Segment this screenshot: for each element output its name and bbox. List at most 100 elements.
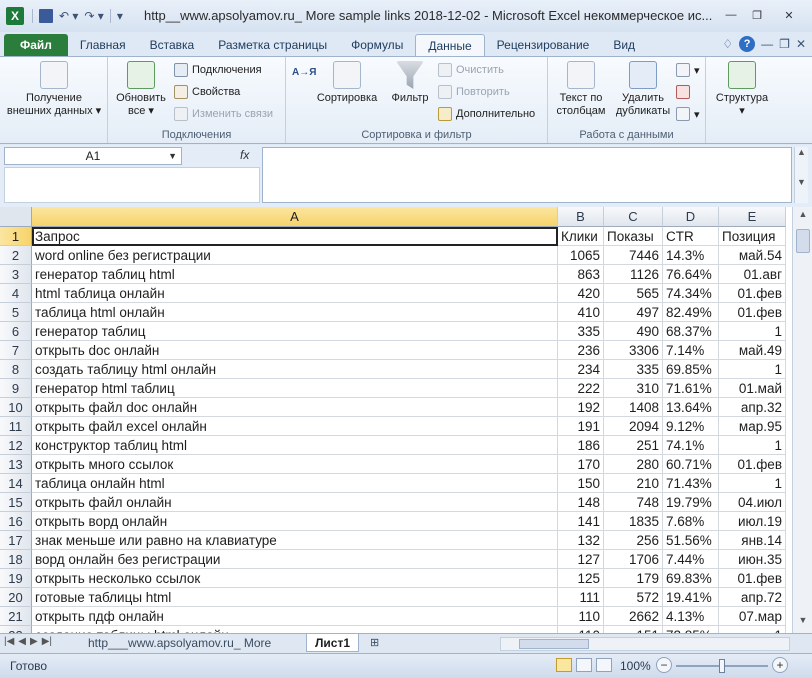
cell-e[interactable]: Позиция <box>719 227 786 246</box>
name-box[interactable]: A1 ▼ <box>4 147 182 165</box>
properties-button[interactable]: Свойства <box>174 85 240 99</box>
scroll-up-icon[interactable]: ▲ <box>793 209 812 225</box>
row-header[interactable]: 7 <box>0 341 32 360</box>
horizontal-scroll-thumb[interactable] <box>519 639 589 649</box>
formula-bar-scroll[interactable]: ▲ ▼ <box>794 147 808 203</box>
cell-d[interactable]: 71.43% <box>663 474 719 493</box>
row-header[interactable]: 9 <box>0 379 32 398</box>
cell-e[interactable]: апр.72 <box>719 588 786 607</box>
scroll-down-icon[interactable]: ▼ <box>793 615 812 631</box>
cell-d[interactable]: 7.14% <box>663 341 719 360</box>
cell-e[interactable]: 1 <box>719 626 786 633</box>
cell-a[interactable]: знак меньше или равно на клавиатуре <box>32 531 558 550</box>
cell-b[interactable]: 141 <box>558 512 604 531</box>
cell-b[interactable]: 110 <box>558 607 604 626</box>
zoom-out-icon[interactable]: − <box>656 657 672 673</box>
help-icon[interactable]: ? <box>739 36 756 52</box>
sort-button[interactable]: Сортировка <box>312 61 382 105</box>
cell-e[interactable]: 1 <box>719 322 786 341</box>
excel-logo-icon[interactable]: X <box>6 7 24 25</box>
row-header[interactable]: 18 <box>0 550 32 569</box>
cell-c[interactable]: 748 <box>604 493 663 512</box>
cell-b[interactable]: 236 <box>558 341 604 360</box>
first-sheet-icon[interactable]: |◀ <box>4 636 14 647</box>
normal-view-icon[interactable] <box>556 658 572 672</box>
formula-input[interactable] <box>262 147 792 203</box>
insert-sheet-icon[interactable]: ⊞ <box>362 634 387 652</box>
vertical-scroll-thumb[interactable] <box>796 229 810 253</box>
column-header-d[interactable]: D <box>663 207 719 227</box>
cell-e[interactable]: июл.19 <box>719 512 786 531</box>
cell-a[interactable]: ворд онлайн без регистрации <box>32 550 558 569</box>
filter-button[interactable]: Фильтр <box>386 61 434 105</box>
cell-e[interactable]: 01.май <box>719 379 786 398</box>
cell-e[interactable]: 01.авг <box>719 265 786 284</box>
workbook-close-icon[interactable]: ✕ <box>796 37 806 51</box>
zoom-level[interactable]: 100% <box>620 659 651 673</box>
row-header[interactable]: 12 <box>0 436 32 455</box>
tab-page-layout[interactable]: Разметка страницы <box>206 34 339 56</box>
vertical-scrollbar[interactable]: ▲ ▼ <box>792 207 812 633</box>
cell-c[interactable]: 335 <box>604 360 663 379</box>
redo-icon[interactable]: ↷ ▾ <box>84 9 103 23</box>
cell-b[interactable]: 192 <box>558 398 604 417</box>
cell-b[interactable]: Клики <box>558 227 604 246</box>
cell-a[interactable]: генератор таблиц <box>32 322 558 341</box>
sheet-tab-1[interactable]: http___www.apsolyamov.ru_ More <box>80 634 279 652</box>
cell-a[interactable]: создать таблицу html онлайн <box>32 360 558 379</box>
cell-c[interactable]: 310 <box>604 379 663 398</box>
cell-a[interactable]: открыть doc онлайн <box>32 341 558 360</box>
workbook-restore-icon[interactable]: ❐ <box>779 37 790 51</box>
advanced-filter-button[interactable]: Дополнительно <box>438 107 535 121</box>
cell-a[interactable]: конструктор таблиц html <box>32 436 558 455</box>
cell-d[interactable]: 69.83% <box>663 569 719 588</box>
cell-c[interactable]: 256 <box>604 531 663 550</box>
cell-b[interactable]: 420 <box>558 284 604 303</box>
cell-b[interactable]: 410 <box>558 303 604 322</box>
row-header[interactable]: 5 <box>0 303 32 322</box>
undo-icon[interactable]: ↶ ▾ <box>59 9 78 23</box>
cell-e[interactable]: мар.95 <box>719 417 786 436</box>
page-break-view-icon[interactable] <box>596 658 612 672</box>
cell-c[interactable]: 1706 <box>604 550 663 569</box>
cell-c[interactable]: 1126 <box>604 265 663 284</box>
cell-d[interactable]: 9.12% <box>663 417 719 436</box>
data-validation-button[interactable]: ▾ <box>676 63 700 77</box>
minimize-ribbon-icon[interactable]: ♢ <box>722 37 733 51</box>
row-header[interactable]: 17 <box>0 531 32 550</box>
row-header[interactable]: 15 <box>0 493 32 512</box>
cell-a[interactable]: генератор html таблиц <box>32 379 558 398</box>
cell-a[interactable]: создание таблицы html онлайн <box>32 626 558 633</box>
maximize-button[interactable]: ❐ <box>746 6 768 24</box>
cell-a[interactable]: открыть несколько ссылок <box>32 569 558 588</box>
cell-e[interactable]: 07.мар <box>719 607 786 626</box>
zoom-slider-knob[interactable] <box>719 659 725 673</box>
cell-c[interactable]: 1408 <box>604 398 663 417</box>
next-sheet-icon[interactable]: ▶ <box>30 636 38 647</box>
cell-d[interactable]: 7.44% <box>663 550 719 569</box>
cell-e[interactable]: янв.14 <box>719 531 786 550</box>
cell-b[interactable]: 335 <box>558 322 604 341</box>
select-all-corner[interactable] <box>0 207 32 227</box>
cell-e[interactable]: 1 <box>719 360 786 379</box>
tab-view[interactable]: Вид <box>601 34 647 56</box>
cell-e[interactable]: 04.июл <box>719 493 786 512</box>
cell-e[interactable]: 01.фев <box>719 303 786 322</box>
cell-c[interactable]: Показы <box>604 227 663 246</box>
connections-button[interactable]: Подключения <box>174 63 262 77</box>
cell-a[interactable]: открыть файл онлайн <box>32 493 558 512</box>
cell-e[interactable]: 1 <box>719 474 786 493</box>
save-icon[interactable] <box>39 9 53 23</box>
row-header[interactable]: 22 <box>0 626 32 633</box>
page-layout-view-icon[interactable] <box>576 658 592 672</box>
clear-filter-button[interactable]: Очистить <box>438 63 504 77</box>
cell-d[interactable]: 7.68% <box>663 512 719 531</box>
cell-b[interactable]: 863 <box>558 265 604 284</box>
cell-e[interactable]: 1 <box>719 436 786 455</box>
cell-b[interactable]: 132 <box>558 531 604 550</box>
cell-c[interactable]: 280 <box>604 455 663 474</box>
tab-formulas[interactable]: Формулы <box>339 34 415 56</box>
cell-b[interactable]: 234 <box>558 360 604 379</box>
cell-c[interactable]: 251 <box>604 436 663 455</box>
cell-b[interactable]: 191 <box>558 417 604 436</box>
